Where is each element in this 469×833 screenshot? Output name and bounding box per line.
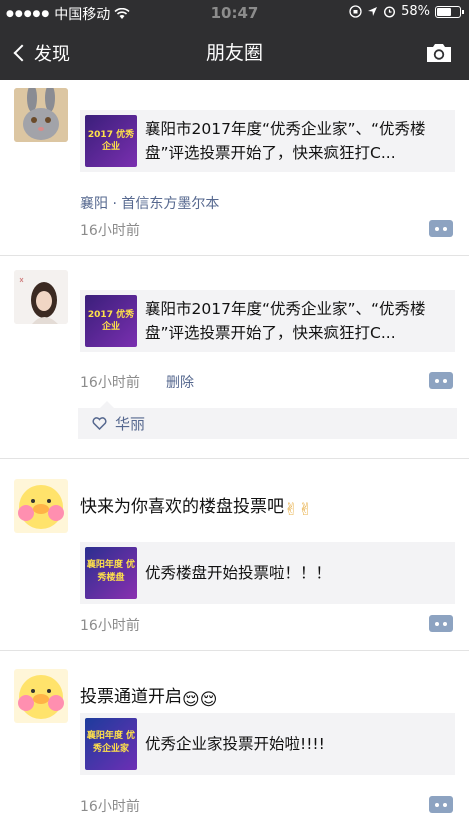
comment-button[interactable] (429, 220, 453, 237)
avatar[interactable] (14, 88, 68, 142)
nickname[interactable] (80, 276, 110, 286)
link-card[interactable]: 2017 优秀企业 襄阳市2017年度“优秀企业家”、“优秀楼盘”评选投票开始了… (80, 290, 455, 352)
location-tag[interactable]: 襄阳 · 首信东方墨尔本 (80, 193, 219, 213)
relieved-face-emoji: 😌😌 (182, 690, 218, 710)
post-time: 16小时前 (80, 223, 140, 239)
status-bar: ●●●●● 中国移动 10:47 58% (0, 0, 469, 26)
link-title: 优秀楼盘开始投票啦！！！ (145, 564, 332, 582)
battery-icon (435, 5, 464, 18)
moment-post: 2017 优秀企业 襄阳市2017年度“优秀企业家”、“优秀楼盘”评选投票开始了… (0, 256, 469, 459)
battery-percent: 58% (401, 4, 430, 19)
avatar[interactable] (14, 270, 68, 324)
delete-button[interactable]: 删除 (166, 372, 194, 392)
camera-icon[interactable] (425, 42, 453, 64)
post-time: 16小时前 (80, 375, 140, 391)
avatar[interactable] (14, 669, 68, 723)
post-text: 快来为你喜欢的楼盘投票吧✌✌ (80, 497, 313, 520)
victory-hand-emoji: ✌✌ (284, 500, 313, 520)
comment-button[interactable] (429, 796, 453, 813)
heart-icon (92, 417, 107, 430)
link-card[interactable]: 2017 优秀企业 襄阳市2017年度“优秀企业家”、“优秀楼盘”评选投票开始了… (80, 110, 455, 172)
post-text: 投票通道开启😌😌 (80, 687, 218, 710)
link-card[interactable]: 襄阳年度 优秀企业家 优秀企业家投票开始啦!!!! (80, 713, 455, 775)
link-thumbnail: 襄阳年度 优秀楼盘 (85, 547, 137, 599)
post-time: 16小时前 (80, 799, 140, 815)
link-thumbnail: 襄阳年度 优秀企业家 (85, 718, 137, 770)
avatar[interactable] (14, 479, 68, 533)
page-title: 朋友圈 (205, 42, 263, 64)
nickname[interactable] (80, 94, 140, 104)
rotation-lock-icon (349, 5, 362, 18)
alarm-icon (384, 6, 396, 18)
liker-name[interactable]: 华丽 (115, 413, 145, 434)
link-card[interactable]: 襄阳年度 优秀楼盘 优秀楼盘开始投票啦！！！ (80, 542, 455, 604)
moments-feed[interactable]: 2017 优秀企业 襄阳市2017年度“优秀企业家”、“优秀楼盘”评选投票开始了… (0, 80, 469, 833)
moment-post: 2017 优秀企业 襄阳市2017年度“优秀企业家”、“优秀楼盘”评选投票开始了… (0, 80, 469, 256)
location-icon (368, 7, 378, 16)
link-thumbnail: 2017 优秀企业 (85, 115, 137, 167)
link-title: 优秀企业家投票开始啦!!!! (145, 735, 325, 753)
link-title: 襄阳市2017年度“优秀企业家”、“优秀楼盘”评选投票开始了，快来疯狂打C... (145, 300, 426, 342)
comment-button[interactable] (429, 615, 453, 632)
link-title: 襄阳市2017年度“优秀企业家”、“优秀楼盘”评选投票开始了，快来疯狂打C... (145, 120, 426, 162)
likes-bar: 华丽 (78, 401, 457, 439)
link-thumbnail: 2017 优秀企业 (85, 295, 137, 347)
moment-post: 投票通道开启😌😌 襄阳年度 优秀企业家 优秀企业家投票开始啦!!!! 16小时前 (0, 651, 469, 833)
post-time: 16小时前 (80, 618, 140, 634)
comment-button[interactable] (429, 372, 453, 389)
nav-bar: 发现 朋友圈 (0, 26, 469, 80)
